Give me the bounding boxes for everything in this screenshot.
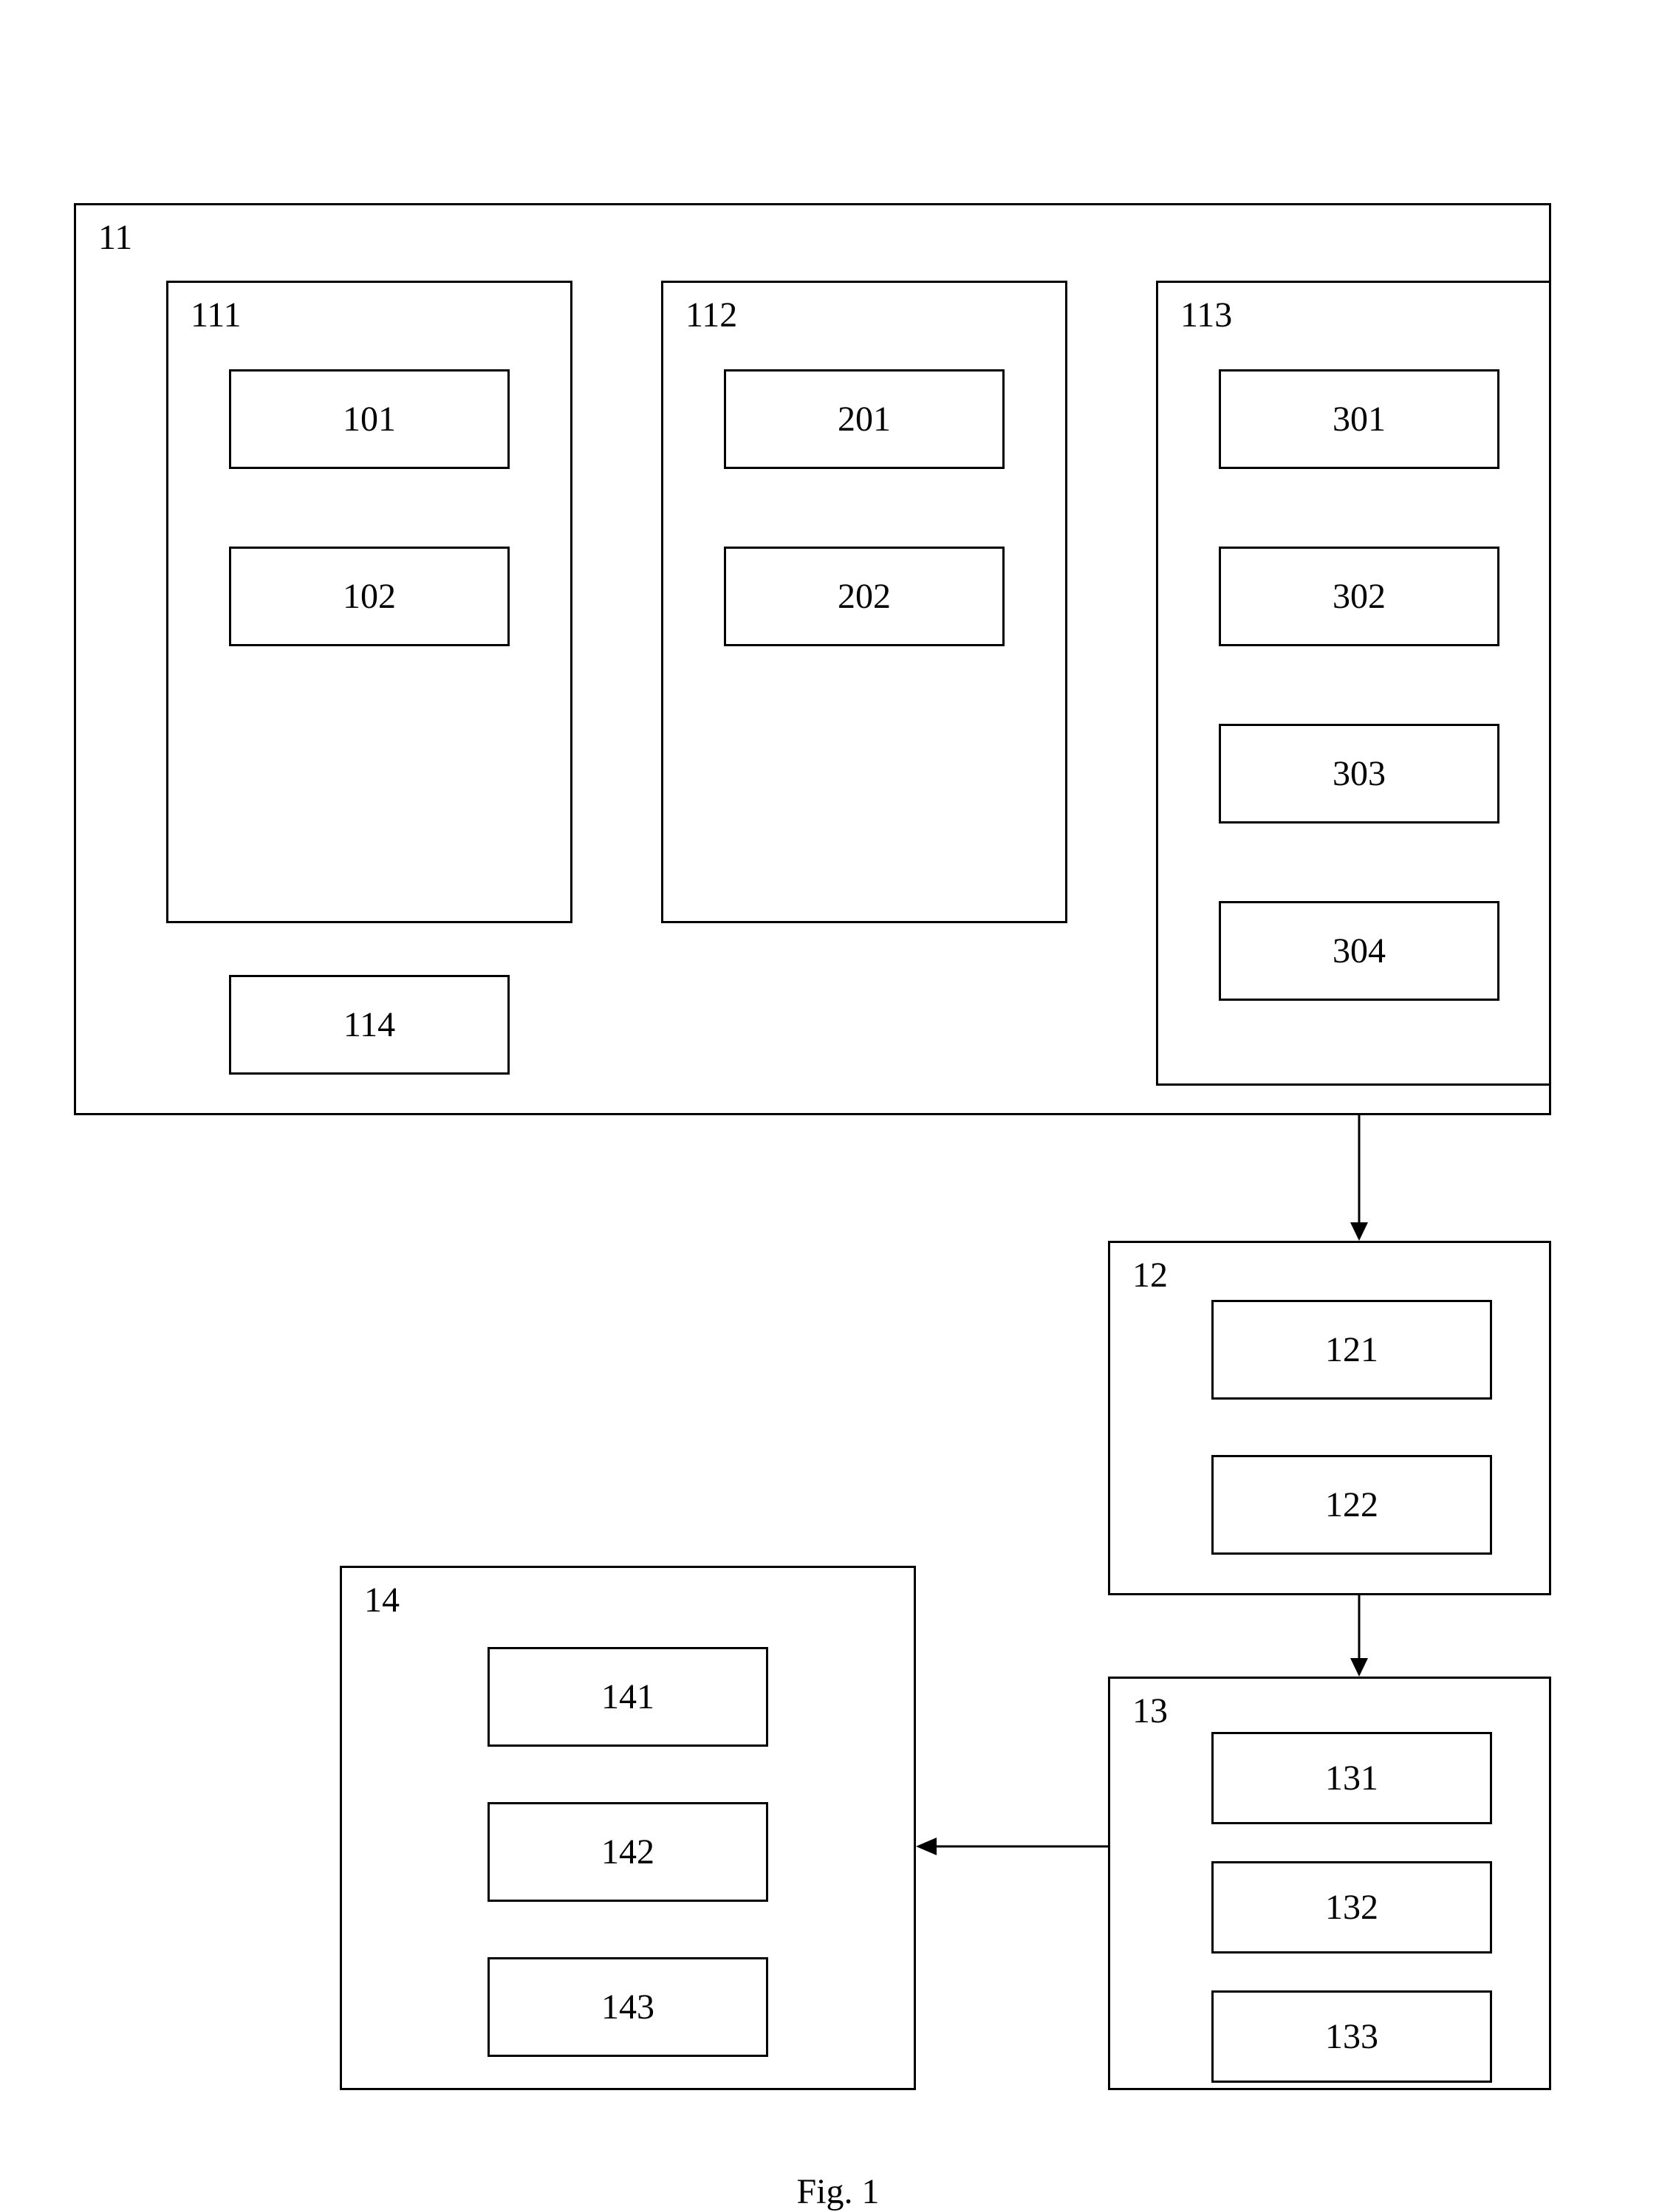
label-303: 303 xyxy=(1221,726,1497,821)
figure-caption: Fig. 1 xyxy=(796,2171,879,2212)
box-114: 114 xyxy=(229,975,510,1075)
diagram-stage: 11 111 101 102 114 112 201 202 113 301 3… xyxy=(0,0,1676,2098)
box-202: 202 xyxy=(724,547,1005,646)
box-132: 132 xyxy=(1211,1861,1492,1954)
box-101: 101 xyxy=(229,369,510,469)
box-303: 303 xyxy=(1219,724,1499,823)
label-133: 133 xyxy=(1214,1993,1490,2081)
label-141: 141 xyxy=(490,1649,766,1744)
label-102: 102 xyxy=(231,549,507,644)
box-143: 143 xyxy=(488,1957,768,2057)
label-143: 143 xyxy=(490,1959,766,2055)
label-122: 122 xyxy=(1214,1457,1490,1552)
label-304: 304 xyxy=(1221,903,1497,999)
label-142: 142 xyxy=(490,1804,766,1900)
label-111: 111 xyxy=(191,298,241,333)
box-102: 102 xyxy=(229,547,510,646)
box-304: 304 xyxy=(1219,901,1499,1001)
box-201: 201 xyxy=(724,369,1005,469)
label-112: 112 xyxy=(685,298,737,333)
label-202: 202 xyxy=(726,549,1002,644)
label-302: 302 xyxy=(1221,549,1497,644)
label-114: 114 xyxy=(231,977,507,1072)
label-301: 301 xyxy=(1221,371,1497,467)
label-113: 113 xyxy=(1180,298,1232,333)
box-301: 301 xyxy=(1219,369,1499,469)
box-141: 141 xyxy=(488,1647,768,1747)
label-13: 13 xyxy=(1132,1694,1168,1729)
box-302: 302 xyxy=(1219,547,1499,646)
arrow-13-to-14 xyxy=(916,1832,1108,1861)
box-133: 133 xyxy=(1211,1990,1492,2083)
label-11: 11 xyxy=(98,220,132,256)
box-121: 121 xyxy=(1211,1300,1492,1400)
label-132: 132 xyxy=(1214,1863,1490,1951)
label-131: 131 xyxy=(1214,1734,1490,1822)
arrow-12-to-13 xyxy=(1344,1595,1374,1677)
label-101: 101 xyxy=(231,371,507,467)
label-201: 201 xyxy=(726,371,1002,467)
arrow-11-to-12 xyxy=(1344,1115,1374,1241)
label-14: 14 xyxy=(364,1583,400,1618)
label-12: 12 xyxy=(1132,1258,1168,1293)
box-142: 142 xyxy=(488,1802,768,1902)
box-131: 131 xyxy=(1211,1732,1492,1824)
label-121: 121 xyxy=(1214,1302,1490,1397)
box-122: 122 xyxy=(1211,1455,1492,1555)
